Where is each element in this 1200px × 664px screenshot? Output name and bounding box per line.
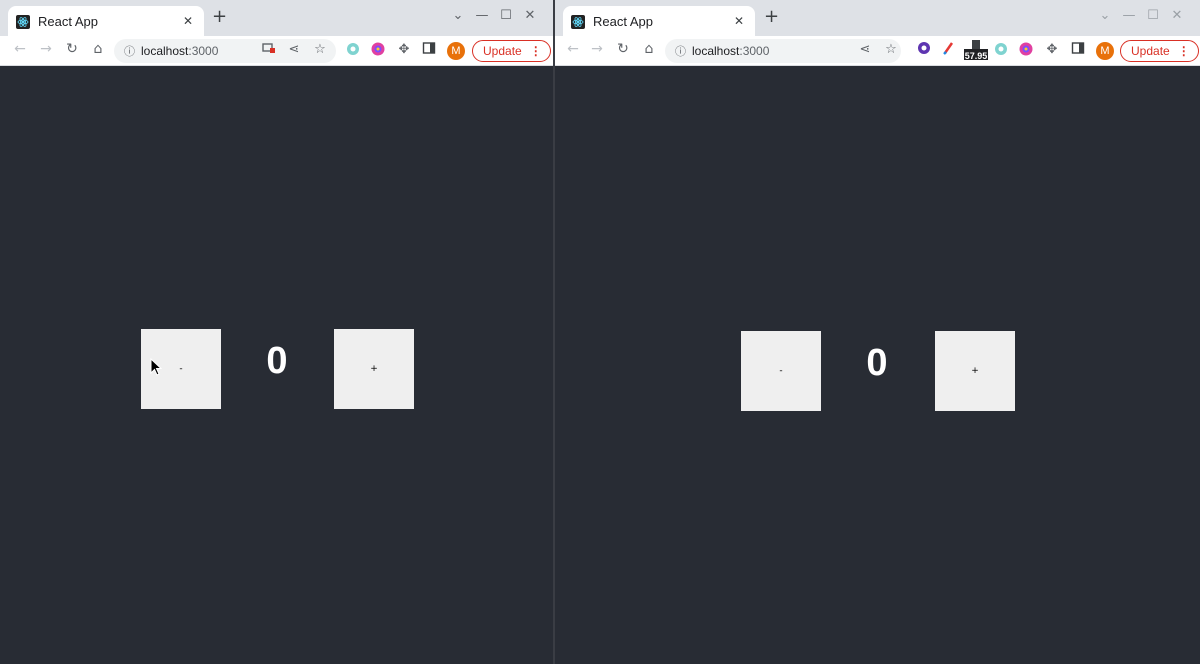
window-controls: ⌄ — ☐ ✕ [1093,8,1189,23]
update-label: Update [1131,44,1170,58]
tab-close-icon[interactable]: ✕ [180,14,196,28]
menu-icon[interactable]: ⋮ [530,44,542,58]
forward-icon[interactable]: → [36,41,56,57]
react-icon [16,14,30,29]
forward-icon[interactable]: → [587,41,607,57]
url-port: :3000 [188,44,219,58]
url-host: localhost [141,44,189,58]
tab-strip: React App ✕ + ⌄ — ☐ ✕ [555,0,1200,36]
minimize-icon[interactable]: — [1117,8,1141,23]
brush-icon[interactable] [940,41,958,59]
count-display: 0 [866,342,888,384]
update-button[interactable]: Update ⋮ [472,40,551,62]
decrement-button[interactable]: - [741,331,821,411]
price-badge-value: 57.95 [964,51,988,61]
mouse-cursor-icon [150,357,163,380]
pinwheel-extension-icon[interactable] [369,41,387,59]
profile-avatar[interactable]: M [1096,42,1114,60]
reload-icon[interactable]: ↻ [62,41,82,57]
minimize-icon[interactable]: — [470,8,494,23]
react-icon [571,14,585,29]
update-button[interactable]: Update ⋮ [1120,40,1199,62]
count-display: 0 [266,340,288,382]
profile-avatar[interactable]: M [447,42,465,60]
extensions-icon[interactable]: ✥ [395,41,413,59]
page-viewport: - 0 + [0,66,553,664]
new-tab-button[interactable]: + [212,6,227,27]
tab-react-app[interactable]: React App ✕ [563,6,755,36]
extension-icon[interactable] [915,41,933,59]
pinwheel-extension-icon[interactable] [1017,41,1035,59]
browser-window-left: React App ✕ + ⌄ — ☐ ✕ ← → ↻ ⌂ ⓘ localhos… [0,0,553,664]
back-icon[interactable]: ← [563,41,583,57]
share-icon[interactable]: ⋖ [285,41,303,59]
sidepanel-icon[interactable] [420,41,438,59]
tab-search-icon[interactable]: ⌄ [446,8,470,23]
home-icon[interactable]: ⌂ [88,41,108,57]
tab-strip: React App ✕ + ⌄ — ☐ ✕ [0,0,553,36]
window-controls: ⌄ — ☐ ✕ [446,8,542,23]
cast-blocked-icon[interactable] [260,41,278,59]
browser-window-right: React App ✕ + ⌄ — ☐ ✕ ← → ↻ ⌂ ⓘ localhos… [555,0,1200,664]
tab-close-icon[interactable]: ✕ [731,14,747,28]
url-port: :3000 [739,44,770,58]
tab-title: React App [593,13,653,29]
tab-react-app[interactable]: React App ✕ [8,6,204,36]
close-window-icon[interactable]: ✕ [1165,8,1189,23]
browser-toolbar: ← → ↻ ⌂ ⓘ localhost:3000 ⋖ ☆ ✥ M Update … [0,36,553,66]
tab-title: React App [38,13,98,29]
increment-button[interactable]: + [935,331,1015,411]
site-info-icon[interactable]: ⓘ [124,43,135,59]
extensions-icon[interactable]: ✥ [1043,41,1061,59]
increment-button[interactable]: + [334,329,414,409]
star-icon[interactable]: ☆ [311,41,329,59]
url-host: localhost [692,44,740,58]
maximize-icon[interactable]: ☐ [1141,8,1165,23]
home-icon[interactable]: ⌂ [639,41,659,57]
site-info-icon[interactable]: ⓘ [675,43,686,59]
new-tab-button[interactable]: + [764,6,779,27]
back-icon[interactable]: ← [10,41,30,57]
update-label: Update [483,44,522,58]
puzzle-extension-icon[interactable] [344,41,362,59]
tab-search-icon[interactable]: ⌄ [1093,8,1117,23]
puzzle-extension-icon[interactable] [992,41,1010,59]
page-viewport: - 0 + [555,66,1200,664]
price-badge-icon[interactable]: 57.95 [963,39,989,61]
menu-icon[interactable]: ⋮ [1178,44,1190,58]
maximize-icon[interactable]: ☐ [494,8,518,23]
browser-toolbar: ← → ↻ ⌂ ⓘ localhost:3000 ⋖ ☆ 57.95 ✥ M [555,36,1200,66]
close-window-icon[interactable]: ✕ [518,8,542,23]
sidepanel-icon[interactable] [1069,41,1087,59]
star-icon[interactable]: ☆ [882,41,900,59]
share-icon[interactable]: ⋖ [856,41,874,59]
reload-icon[interactable]: ↻ [613,41,633,57]
